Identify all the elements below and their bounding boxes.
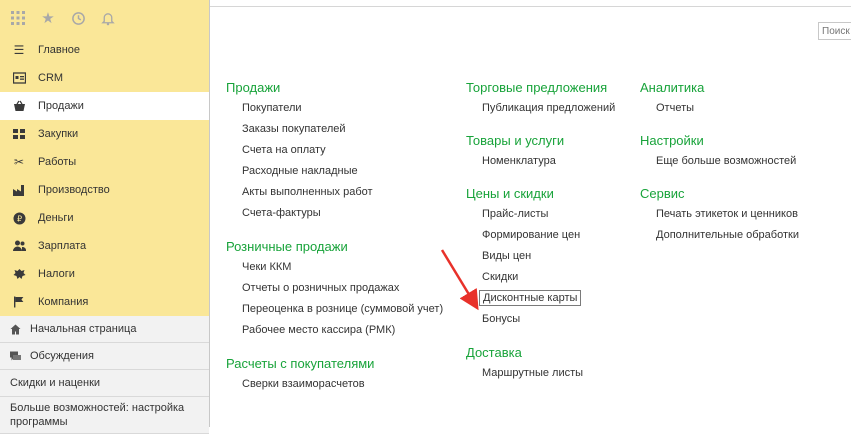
group-title-retail: Розничные продажи	[226, 239, 348, 254]
crm-icon	[12, 71, 26, 85]
link-sales-invoices[interactable]: Расходные накладные	[226, 161, 443, 182]
factory-icon	[12, 183, 26, 197]
link-price-lists[interactable]: Прайс-листы	[466, 204, 615, 225]
link-discount-cards[interactable]: Дисконтные карты	[466, 288, 615, 309]
more-features-label: Больше возможностей: настройка программы	[10, 402, 185, 428]
discussions-link[interactable]: Обсуждения	[0, 343, 209, 370]
link-discounts[interactable]: Скидки	[466, 267, 615, 288]
section-works[interactable]: ✂ Работы	[0, 148, 209, 176]
column-2: Торговые предложения Публикация предложе…	[466, 77, 615, 384]
section-label: Налоги	[38, 268, 75, 280]
section-label: Компания	[38, 296, 89, 308]
svg-text:₽: ₽	[16, 214, 21, 223]
home-page-link[interactable]: Начальная страница	[0, 316, 209, 343]
discounts-markups-label: Скидки и наценки	[10, 377, 101, 389]
money-icon: ₽	[12, 211, 26, 225]
sidebar-toolbar: ★	[0, 0, 209, 36]
section-crm[interactable]: CRM	[0, 64, 209, 92]
section-label: Продажи	[38, 100, 84, 112]
link-retail-revaluation[interactable]: Переоценка в рознице (суммовой учет)	[226, 299, 443, 320]
column-3: Аналитика Отчеты Настройки Еще больше во…	[640, 77, 799, 246]
menu-lines-icon: ☰	[13, 43, 25, 57]
chat-icon	[10, 351, 22, 362]
basket-icon	[12, 99, 26, 113]
sections-list: ☰ Главное CRM Продажи Закупки ✂ Работы П…	[0, 36, 209, 316]
home-icon	[10, 324, 22, 335]
group-title-analytics: Аналитика	[640, 80, 705, 95]
people-icon	[12, 239, 26, 253]
group-title-service: Сервис	[640, 186, 685, 201]
more-features-link[interactable]: Больше возможностей: настройка программы	[0, 397, 209, 434]
link-retail-reports[interactable]: Отчеты о розничных продажах	[226, 278, 443, 299]
discussions-label: Обсуждения	[30, 350, 94, 362]
emblem-icon	[12, 267, 26, 281]
section-money[interactable]: ₽ Деньги	[0, 204, 209, 232]
link-reconciliations[interactable]: Сверки взаиморасчетов	[226, 374, 443, 395]
group-title-trade-offers: Торговые предложения	[466, 80, 608, 95]
section-label: Производство	[38, 184, 110, 196]
link-customer-orders[interactable]: Заказы покупателей	[226, 119, 443, 140]
link-invoices-for-payment[interactable]: Счета на оплату	[226, 140, 443, 161]
section-company[interactable]: Компания	[0, 288, 209, 316]
bell-icon[interactable]	[99, 9, 117, 27]
flag-icon	[12, 295, 26, 309]
link-reports[interactable]: Отчеты	[640, 98, 799, 119]
home-page-label: Начальная страница	[30, 323, 137, 335]
link-additional-processing[interactable]: Дополнительные обработки	[640, 225, 799, 246]
link-tax-invoices[interactable]: Счета-фактуры	[226, 203, 443, 224]
link-bonuses[interactable]: Бонусы	[466, 309, 615, 330]
sidebar: ★ ☰ Главное CRM Продажи Закупки ✂ Работы…	[0, 0, 210, 434]
section-label: Зарплата	[38, 240, 87, 252]
discounts-markups-link[interactable]: Скидки и наценки	[0, 370, 209, 397]
link-cash-receipts[interactable]: Чеки ККМ	[226, 257, 443, 278]
section-purchases[interactable]: Закупки	[0, 120, 209, 148]
link-print-labels[interactable]: Печать этикеток и ценников	[640, 204, 799, 225]
star-icon[interactable]: ★	[39, 9, 57, 27]
link-customers[interactable]: Покупатели	[226, 98, 443, 119]
group-title-goods-services: Товары и услуги	[466, 133, 565, 148]
link-nomenclature[interactable]: Номенклатура	[466, 151, 615, 172]
link-publish-offers[interactable]: Публикация предложений	[466, 98, 615, 119]
section-label: Работы	[38, 156, 77, 168]
group-title-prices-discounts: Цены и скидки	[466, 186, 554, 201]
group-title-customer-settlements: Расчеты с покупателями	[226, 356, 375, 371]
top-divider	[210, 6, 851, 7]
link-price-formation[interactable]: Формирование цен	[466, 225, 615, 246]
search-input[interactable]	[818, 22, 851, 40]
link-price-types[interactable]: Виды цен	[466, 246, 615, 267]
section-taxes[interactable]: Налоги	[0, 260, 209, 288]
section-label: Закупки	[38, 128, 79, 140]
link-cashier-workplace[interactable]: Рабочее место кассира (РМК)	[226, 320, 443, 341]
section-label: Главное	[38, 44, 81, 56]
sidebar-bottom: Начальная страница Обсуждения Скидки и н…	[0, 316, 209, 434]
group-title-sales: Продажи	[226, 80, 281, 95]
link-more-features[interactable]: Еще больше возможностей	[640, 151, 799, 172]
main-panel: Продажи Покупатели Заказы покупателей Сч…	[210, 0, 851, 427]
tools-icon: ✂	[13, 155, 25, 169]
group-title-settings: Настройки	[640, 133, 704, 148]
section-salary[interactable]: Зарплата	[0, 232, 209, 260]
column-1: Продажи Покупатели Заказы покупателей Сч…	[226, 77, 443, 395]
section-production[interactable]: Производство	[0, 176, 209, 204]
discount-cards-label: Дисконтные карты	[479, 290, 582, 306]
history-icon[interactable]	[69, 9, 87, 27]
link-work-acts[interactable]: Акты выполненных работ	[226, 182, 443, 203]
link-route-sheets[interactable]: Маршрутные листы	[466, 363, 615, 384]
grid-icon[interactable]	[9, 9, 27, 27]
section-label: Деньги	[38, 212, 74, 224]
section-sales[interactable]: Продажи	[0, 92, 209, 120]
group-title-delivery: Доставка	[466, 345, 522, 360]
purchases-icon	[12, 127, 26, 141]
section-label: CRM	[38, 72, 64, 84]
section-main[interactable]: ☰ Главное	[0, 36, 209, 64]
